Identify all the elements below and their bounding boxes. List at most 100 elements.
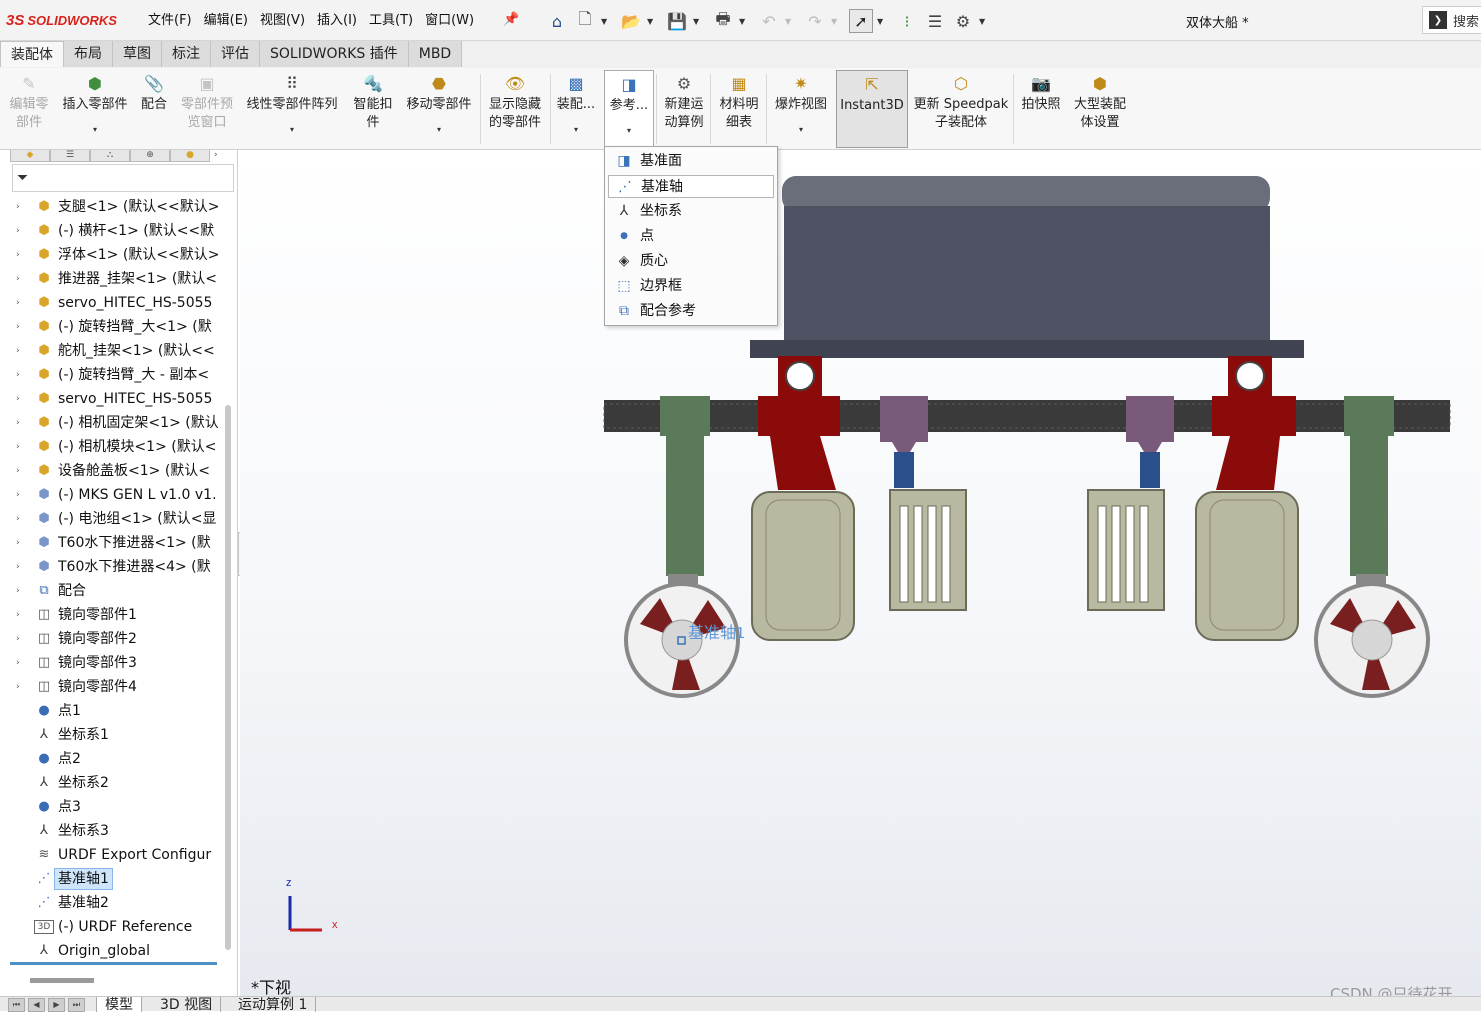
tree-item[interactable]: › ⬢ (-) 相机模块<1> (默认< bbox=[12, 435, 218, 459]
large-assembly-settings-button[interactable]: ⬢ 大型装配 体设置 bbox=[1068, 70, 1132, 148]
tab-assembly[interactable]: 装配体 bbox=[0, 41, 64, 67]
next-tab-arrow-icon[interactable]: ▶ bbox=[48, 998, 65, 1012]
expand-chevron-icon[interactable]: › bbox=[16, 603, 26, 627]
print-dropdown-arrow[interactable]: ▼ bbox=[739, 17, 749, 26]
expand-chevron-icon[interactable]: › bbox=[16, 267, 26, 291]
update-speedpak-button[interactable]: ⬡ 更新 Speedpak 子装配体 bbox=[912, 70, 1010, 148]
insert-components-button[interactable]: ⬢ 插入零部件 ▾ bbox=[56, 70, 134, 148]
tree-item[interactable]: › ◫ 镜向零部件3 bbox=[12, 651, 218, 675]
reference-geometry-dropdown-arrow[interactable]: ▾ bbox=[605, 125, 653, 137]
tree-item[interactable]: › ⬢ (-) 电池组<1> (默认<显 bbox=[12, 507, 218, 531]
menu-view[interactable]: 视图(V) bbox=[254, 0, 311, 41]
left-rudder-grate[interactable] bbox=[889, 489, 967, 611]
undo-dropdown-arrow[interactable]: ▼ bbox=[785, 17, 795, 26]
expand-chevron-icon[interactable]: › bbox=[16, 387, 26, 411]
search-box[interactable]: ❯ 搜索 bbox=[1422, 6, 1481, 34]
options-dropdown-arrow[interactable]: ▼ bbox=[979, 17, 989, 26]
tree-item[interactable]: › ⬢ (-) 旋转挡臂_大<1> (默 bbox=[12, 315, 218, 339]
save-dropdown-arrow[interactable]: ▼ bbox=[693, 17, 703, 26]
save-icon[interactable]: 💾 bbox=[665, 9, 689, 33]
tree-item[interactable]: ⋰ 基准轴1 bbox=[12, 867, 218, 891]
tree-item[interactable]: ⅄ Origin_global bbox=[12, 939, 218, 963]
tree-item[interactable]: › ⬢ (-) 旋转挡臂_大 - 副本< bbox=[12, 363, 218, 387]
component-preview-window-button[interactable]: ▣ 零部件预 览窗口 bbox=[176, 70, 238, 148]
assembly-features-dropdown-arrow[interactable]: ▾ bbox=[554, 124, 598, 136]
options-gear-icon[interactable]: ⚙ bbox=[951, 9, 975, 33]
reference-menu-item[interactable]: ◈ 质心 bbox=[608, 250, 774, 273]
expand-chevron-icon[interactable]: › bbox=[16, 339, 26, 363]
show-hidden-components-button[interactable]: 👁 显示隐藏 的零部件 bbox=[484, 70, 546, 148]
tree-item[interactable]: › ⧉ 配合 bbox=[12, 579, 218, 603]
deck-plate[interactable] bbox=[750, 340, 1304, 358]
tree-item[interactable]: › ⬢ 支腿<1> (默认<<默认> bbox=[12, 195, 218, 219]
left-float[interactable] bbox=[751, 491, 855, 641]
filter-funnel-icon[interactable]: ⏷ bbox=[17, 170, 28, 186]
graphics-viewport[interactable]: 基准轴1 z x bbox=[240, 150, 1481, 996]
linear-component-pattern-button[interactable]: ⠿ 线性零部件阵列 ▾ bbox=[240, 70, 344, 148]
open-dropdown-arrow[interactable]: ▼ bbox=[647, 17, 657, 26]
left-mount-arm[interactable] bbox=[770, 436, 836, 490]
expand-chevron-icon[interactable]: › bbox=[16, 435, 26, 459]
file-properties-icon[interactable]: ☰ bbox=[923, 9, 947, 33]
left-servo[interactable] bbox=[894, 452, 914, 488]
expand-chevron-icon[interactable]: › bbox=[16, 579, 26, 603]
property-manager-tab-icon[interactable]: ☰ bbox=[50, 150, 90, 162]
home-icon[interactable]: ⌂ bbox=[545, 9, 569, 33]
tree-item[interactable]: 3D (-) URDF Reference bbox=[12, 915, 218, 939]
menu-edit[interactable]: 编辑(E) bbox=[198, 0, 254, 41]
feature-manager-tab-icon[interactable]: ◆ bbox=[10, 150, 50, 162]
tab-sketch[interactable]: 草图 bbox=[113, 41, 162, 67]
last-tab-arrow-icon[interactable]: ⏭ bbox=[68, 998, 85, 1012]
mate-button[interactable]: 📎 配合 bbox=[136, 70, 172, 148]
expand-chevron-icon[interactable]: › bbox=[16, 627, 26, 651]
crossbar[interactable] bbox=[604, 400, 1450, 432]
reference-menu-item[interactable]: ⬚ 边界框 bbox=[608, 275, 774, 298]
right-leg[interactable] bbox=[1350, 434, 1388, 576]
tree-item[interactable]: ● 点3 bbox=[12, 795, 218, 819]
right-servo-mount[interactable] bbox=[1126, 396, 1174, 442]
tree-item[interactable]: › ⬢ servo_HITEC_HS-5055 bbox=[12, 291, 218, 315]
tree-horizontal-scrollbar[interactable] bbox=[30, 978, 94, 983]
panel-tabs-more-icon[interactable]: › bbox=[214, 150, 218, 162]
instant3d-button[interactable]: ⇱ Instant3D bbox=[836, 70, 908, 148]
tab-3d-views[interactable]: 3D 视图 bbox=[152, 997, 222, 1012]
left-servo-mount[interactable] bbox=[880, 396, 928, 442]
left-leg[interactable] bbox=[666, 434, 704, 576]
solidworks-logo[interactable]: 3S SOLIDWORKS bbox=[6, 10, 126, 32]
tab-motion-study-1[interactable]: 运动算例 1 bbox=[230, 997, 317, 1012]
tree-item[interactable]: › ◫ 镜向零部件2 bbox=[12, 627, 218, 651]
tree-item[interactable]: › ⬢ T60水下推进器<1> (默 bbox=[12, 531, 218, 555]
right-rudder-grate[interactable] bbox=[1087, 489, 1165, 611]
redo-dropdown-arrow[interactable]: ▼ bbox=[831, 17, 841, 26]
select-cursor-icon[interactable]: ➚ bbox=[849, 9, 873, 33]
equipment-box[interactable] bbox=[784, 206, 1270, 346]
tab-model[interactable]: 模型 bbox=[96, 997, 142, 1012]
reference-menu-item[interactable]: ⋰ 基准轴 bbox=[608, 175, 774, 198]
tree-vertical-scrollbar[interactable] bbox=[225, 405, 231, 950]
tree-item[interactable]: › ◫ 镜向零部件1 bbox=[12, 603, 218, 627]
edit-component-button[interactable]: ✎ 编辑零 部件 bbox=[6, 70, 52, 148]
exploded-view-dropdown-arrow[interactable]: ▾ bbox=[770, 124, 832, 136]
tab-mbd[interactable]: MBD bbox=[408, 41, 463, 67]
new-dropdown-arrow[interactable]: ▼ bbox=[601, 17, 611, 26]
print-icon[interactable]: 🖶 bbox=[711, 9, 735, 33]
right-mount-block[interactable] bbox=[1212, 396, 1296, 436]
tree-filter-bar[interactable]: ⏷ bbox=[12, 164, 234, 192]
right-float[interactable] bbox=[1195, 491, 1299, 641]
prev-tab-arrow-icon[interactable]: ◀ bbox=[28, 998, 45, 1012]
linear-pattern-dropdown-arrow[interactable]: ▾ bbox=[240, 124, 344, 136]
tab-markup[interactable]: 标注 bbox=[162, 41, 211, 67]
assembly-model[interactable]: 基准轴1 z x bbox=[240, 150, 1481, 996]
select-dropdown-arrow[interactable]: ▼ bbox=[877, 17, 887, 26]
menu-tools[interactable]: 工具(T) bbox=[363, 0, 419, 41]
expand-chevron-icon[interactable]: › bbox=[16, 243, 26, 267]
tree-item[interactable]: › ⬢ 设备舱盖板<1> (默认< bbox=[12, 459, 218, 483]
insert-components-dropdown-arrow[interactable]: ▾ bbox=[56, 124, 134, 136]
exploded-view-button[interactable]: ✷ 爆炸视图 ▾ bbox=[770, 70, 832, 148]
expand-chevron-icon[interactable]: › bbox=[16, 507, 26, 531]
expand-chevron-icon[interactable]: › bbox=[16, 219, 26, 243]
tree-item[interactable]: › ⬢ 浮体<1> (默认<<默认> bbox=[12, 243, 218, 267]
tree-item[interactable]: ● 点1 bbox=[12, 699, 218, 723]
left-mount-block[interactable] bbox=[758, 396, 840, 436]
expand-chevron-icon[interactable]: › bbox=[16, 675, 26, 699]
